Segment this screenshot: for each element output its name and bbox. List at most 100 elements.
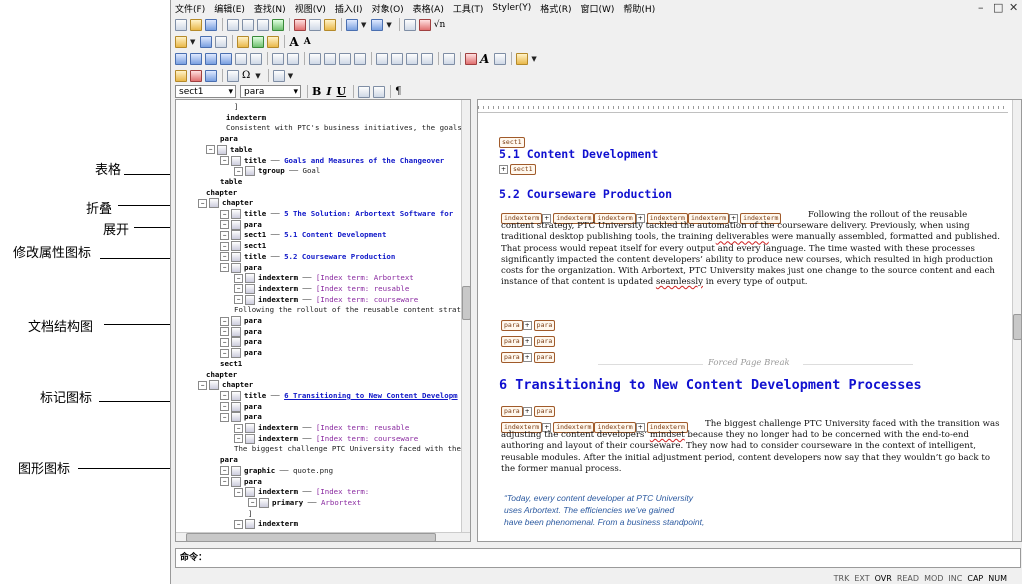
numbered-list-icon[interactable]	[358, 85, 371, 98]
collapse-expand-icon[interactable]: −	[234, 284, 243, 294]
spellcheck-icon[interactable]	[272, 18, 284, 31]
style-combo[interactable]: para	[240, 85, 301, 99]
sect1-start-tag[interactable]: sect1	[499, 136, 525, 148]
insert-graphic-icon[interactable]	[175, 69, 187, 82]
collapse-expand-icon[interactable]: −	[234, 434, 243, 444]
tree-node[interactable]: sect1	[220, 358, 242, 369]
cell-border-bottom-icon[interactable]	[324, 52, 336, 65]
tree-node[interactable]: − indexterm ── [Index term: Arbortext	[234, 272, 414, 284]
tree-scroll-thumb[interactable]	[462, 286, 470, 320]
cell-border-right-icon[interactable]	[354, 52, 366, 65]
collapse-expand-icon[interactable]: −	[220, 241, 229, 251]
tree-node[interactable]: para	[220, 454, 238, 465]
menu-table[interactable]: 表格(A)	[413, 2, 444, 15]
tree-node[interactable]: − graphic ── quote.png	[220, 465, 333, 476]
menu-object[interactable]: 对象(O)	[372, 2, 404, 15]
menu-window[interactable]: 窗口(W)	[581, 2, 615, 15]
cell-border-left-icon[interactable]	[339, 52, 351, 65]
undo-icon[interactable]	[346, 18, 358, 31]
tree-node[interactable]: − indexterm ── [Index term:	[234, 486, 369, 498]
modify-attributes-icon[interactable]	[200, 35, 213, 48]
collapse-expand-icon[interactable]: −	[220, 348, 229, 358]
restore-icon[interactable]: □	[993, 2, 1003, 13]
tree-node[interactable]: − para	[220, 219, 262, 230]
redo-icon[interactable]	[371, 18, 384, 31]
collapse-expand-icon[interactable]: −	[220, 252, 229, 262]
editor-pane[interactable]: sect1 5.1 Content Development + sect1 5.2…	[477, 99, 1022, 542]
print-preview-icon[interactable]	[242, 18, 254, 31]
collapse-expand-icon[interactable]: −	[220, 391, 229, 401]
tree-node[interactable]: indexterm	[226, 112, 266, 123]
tree-horizontal-scrollbar[interactable]	[176, 532, 470, 541]
sect1-end-tag[interactable]: sect1	[510, 163, 536, 175]
tree-node[interactable]: − primary ── Arbortext	[248, 497, 361, 508]
insert-special-icon[interactable]	[227, 69, 239, 82]
collapse-expand-icon[interactable]: −	[220, 263, 229, 272]
bold-button[interactable]: B	[312, 85, 321, 98]
menu-insert[interactable]: 插入(I)	[335, 2, 363, 15]
align-justify-icon[interactable]	[421, 52, 433, 65]
tree-node[interactable]: − para	[220, 401, 262, 412]
open-folder-icon[interactable]	[190, 18, 202, 31]
collapse-expand-icon[interactable]: −	[198, 380, 207, 390]
tree-node[interactable]: − tgroup ── Goal	[234, 165, 320, 177]
tree-node[interactable]: − title ── Goals and Measures of the Chan…	[220, 155, 444, 166]
equation-icon[interactable]: √n	[434, 20, 446, 30]
align-right-icon[interactable]	[406, 52, 418, 65]
tree-node[interactable]: table	[220, 176, 242, 187]
collapse-expand-icon[interactable]: −	[220, 220, 229, 230]
menu-edit[interactable]: 编辑(E)	[214, 2, 245, 15]
menu-styler[interactable]: Styler(Y)	[492, 3, 531, 13]
font-size-down-icon[interactable]: A	[304, 37, 311, 47]
editor-vertical-scrollbar[interactable]	[1012, 100, 1021, 541]
collapse-expand-icon[interactable]: −	[198, 198, 207, 208]
find-binoculars-icon[interactable]	[257, 18, 269, 31]
insert-image-icon[interactable]	[190, 69, 202, 82]
editor-scroll-thumb[interactable]	[1013, 314, 1021, 340]
command-line[interactable]: 命令：	[175, 548, 1021, 568]
collapse-expand-icon[interactable]: −	[234, 487, 243, 497]
omega-icon[interactable]: Ω	[242, 70, 250, 81]
table-col-left-icon[interactable]	[205, 52, 217, 65]
valign-icon[interactable]	[443, 52, 455, 65]
tree-node[interactable]: − table	[206, 144, 252, 155]
redo-dropdown-icon[interactable]: ▼	[386, 21, 391, 29]
table-col-right-icon[interactable]	[220, 52, 232, 65]
print-icon[interactable]	[227, 18, 239, 31]
collapse-expand-icon[interactable]: −	[220, 477, 229, 486]
tree-node[interactable]: Consistent with PTC's business initiativ…	[226, 122, 470, 133]
menu-file[interactable]: 文件(F)	[175, 2, 205, 15]
paste-icon[interactable]	[324, 18, 336, 31]
tree-node[interactable]: − chapter	[198, 197, 253, 209]
align-center-icon[interactable]	[391, 52, 403, 65]
table-font-icon[interactable]: A	[480, 52, 489, 66]
paragraph-transition[interactable]: The biggest challenge PTC University fac…	[501, 419, 1001, 475]
collapse-expand-icon[interactable]: −	[220, 316, 229, 326]
tree-node[interactable]: − indexterm ── [Index term: courseware	[234, 294, 418, 305]
collapse-expand-icon[interactable]: −	[220, 230, 229, 240]
tree-node[interactable]: − para	[220, 262, 262, 273]
save-icon[interactable]	[205, 18, 217, 31]
tree-node[interactable]: − title ── 6 Transitioning to New Content…	[220, 390, 458, 401]
spelling-error[interactable]: deliverables	[716, 232, 769, 242]
collapse-expand-icon[interactable]: −	[234, 295, 243, 305]
cut-icon[interactable]	[294, 18, 306, 31]
cell-split-icon[interactable]	[287, 52, 299, 65]
graphic-insert-icon[interactable]	[418, 18, 431, 31]
paragraph-courseware[interactable]: Following the rollout of the reusable co…	[501, 210, 1001, 288]
edit-entity-icon[interactable]	[252, 35, 265, 48]
tree-node[interactable]: − title ── 5.2 Courseware Production	[220, 251, 395, 262]
insert-markup-icon[interactable]	[175, 35, 187, 48]
fill-color-icon[interactable]	[516, 52, 529, 65]
collapse-expand-icon[interactable]: −	[220, 327, 229, 337]
menu-help[interactable]: 帮助(H)	[623, 2, 655, 15]
minimize-icon[interactable]: –	[978, 2, 984, 13]
collapse-expand-icon[interactable]: −	[220, 466, 229, 476]
table-row-above-icon[interactable]	[175, 52, 187, 65]
tree-node[interactable]: Following the rollout of the reusable co…	[234, 304, 470, 315]
new-document-icon[interactable]	[175, 18, 187, 31]
tree-node[interactable]: − indexterm ── [Index term: courseware	[234, 433, 418, 444]
collapse-expand-icon[interactable]: −	[206, 145, 215, 155]
cell-merge-icon[interactable]	[272, 52, 284, 65]
tree-node[interactable]: chapter	[206, 187, 237, 198]
